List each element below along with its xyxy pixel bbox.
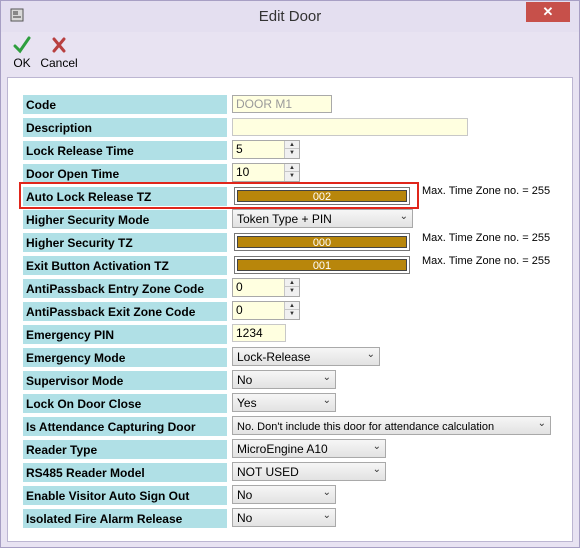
supervisor-mode-value: No <box>237 373 253 387</box>
code-label: Code <box>23 95 227 114</box>
door-open-time-value: 10 <box>236 165 250 179</box>
door-form: Code DOOR M1 Description Lock Release Ti… <box>7 77 573 542</box>
rs485-reader-model-value: NOT USED <box>237 465 299 479</box>
emergency-mode-value: Lock-Release <box>237 350 311 364</box>
attendance-door-select[interactable]: No. Don't include this door for attendan… <box>232 416 551 435</box>
stepper-up-icon[interactable]: ▲ <box>285 164 299 172</box>
stepper-up-icon[interactable]: ▲ <box>285 141 299 149</box>
visitor-auto-sign-out-select[interactable]: No ⌄ <box>232 485 336 504</box>
window-title: Edit Door <box>258 8 322 25</box>
chevron-down-icon: ⌄ <box>372 441 381 452</box>
description-field[interactable] <box>232 118 468 136</box>
visitor-auto-sign-out-value: No <box>237 488 253 502</box>
chevron-down-icon: ⌄ <box>322 372 331 383</box>
higher-security-mode-value: Token Type + PIN <box>237 212 332 226</box>
emergency-mode-label: Emergency Mode <box>23 348 227 367</box>
cancel-button[interactable]: Cancel <box>39 34 79 70</box>
chevron-down-icon: ⌄ <box>366 349 375 360</box>
stepper-down-icon[interactable]: ▼ <box>285 172 299 180</box>
x-icon <box>52 37 66 53</box>
highlight-box <box>19 182 419 209</box>
lock-release-time-value: 5 <box>236 142 243 156</box>
emergency-pin-field[interactable]: 1234 <box>232 324 286 342</box>
exit-button-activation-tz-note: Max. Time Zone no. = 255 <box>422 255 551 267</box>
higher-security-tz-value: 000 <box>237 236 407 249</box>
chevron-down-icon: ⌄ <box>399 211 408 222</box>
emergency-pin-label: Emergency PIN <box>23 325 227 344</box>
attendance-door-value: No. Don't include this door for attendan… <box>237 421 495 433</box>
stepper-down-icon[interactable]: ▼ <box>285 149 299 157</box>
chevron-down-icon: ⌄ <box>322 487 331 498</box>
emergency-mode-select[interactable]: Lock-Release ⌄ <box>232 347 380 366</box>
antipassback-exit-value: 0 <box>236 303 243 317</box>
lock-on-door-close-value: Yes <box>237 396 257 410</box>
exit-button-activation-tz-value: 001 <box>237 259 407 272</box>
title-bar: Edit Door ✕ <box>1 1 579 32</box>
close-icon: ✕ <box>542 4 554 19</box>
isolated-fire-alarm-value: No <box>237 511 253 525</box>
antipassback-entry-stepper[interactable]: 0 ▲ ▼ <box>232 278 300 297</box>
chevron-down-icon: ⌄ <box>372 464 381 475</box>
isolated-fire-alarm-select[interactable]: No ⌄ <box>232 508 336 527</box>
chevron-down-icon: ⌄ <box>322 510 331 521</box>
door-open-time-stepper[interactable]: 10 ▲ ▼ <box>232 163 300 182</box>
door-open-time-label: Door Open Time <box>23 164 227 183</box>
checkmark-icon <box>13 36 31 54</box>
reader-type-label: Reader Type <box>23 440 227 459</box>
antipassback-entry-label: AntiPassback Entry Zone Code <box>23 279 227 298</box>
higher-security-tz-note: Max. Time Zone no. = 255 <box>422 232 551 244</box>
code-field[interactable]: DOOR M1 <box>232 95 332 113</box>
lock-on-door-close-label: Lock On Door Close <box>23 394 227 413</box>
exit-button-activation-tz-label: Exit Button Activation TZ <box>23 256 227 275</box>
stepper-up-icon[interactable]: ▲ <box>285 302 299 310</box>
visitor-auto-sign-out-label: Enable Visitor Auto Sign Out <box>23 486 227 505</box>
supervisor-mode-label: Supervisor Mode <box>23 371 227 390</box>
rs485-reader-model-select[interactable]: NOT USED ⌄ <box>232 462 386 481</box>
higher-security-mode-label: Higher Security Mode <box>23 210 227 229</box>
description-label: Description <box>23 118 227 137</box>
cancel-label: Cancel <box>40 56 78 70</box>
chevron-down-icon: ⌄ <box>322 395 331 406</box>
lock-on-door-close-select[interactable]: Yes ⌄ <box>232 393 336 412</box>
auto-lock-release-tz-note: Max. Time Zone no. = 255 <box>422 185 551 197</box>
ok-label: OK <box>13 56 31 70</box>
lock-release-time-label: Lock Release Time <box>23 141 227 160</box>
isolated-fire-alarm-label: Isolated Fire Alarm Release <box>23 509 227 528</box>
toolbar: OK Cancel <box>7 32 573 76</box>
antipassback-exit-label: AntiPassback Exit Zone Code <box>23 302 227 321</box>
exit-button-activation-tz-field[interactable]: 001 <box>234 256 410 274</box>
close-button[interactable]: ✕ <box>526 2 570 22</box>
stepper-down-icon[interactable]: ▼ <box>285 310 299 318</box>
stepper-up-icon[interactable]: ▲ <box>285 279 299 287</box>
stepper-down-icon[interactable]: ▼ <box>285 287 299 295</box>
attendance-door-label: Is Attendance Capturing Door <box>23 417 227 436</box>
chevron-down-icon: ⌄ <box>537 418 546 429</box>
supervisor-mode-select[interactable]: No ⌄ <box>232 370 336 389</box>
antipassback-entry-value: 0 <box>236 280 243 294</box>
antipassback-exit-stepper[interactable]: 0 ▲ ▼ <box>232 301 300 320</box>
lock-release-time-stepper[interactable]: 5 ▲ ▼ <box>232 140 300 159</box>
rs485-reader-model-label: RS485 Reader Model <box>23 463 227 482</box>
reader-type-value: MicroEngine A10 <box>237 442 328 456</box>
ok-button[interactable]: OK <box>9 34 35 70</box>
higher-security-tz-label: Higher Security TZ <box>23 233 227 252</box>
higher-security-tz-field[interactable]: 000 <box>234 233 410 251</box>
reader-type-select[interactable]: MicroEngine A10 ⌄ <box>232 439 386 458</box>
edit-door-window: Edit Door ✕ OK Cancel Code DOOR M1 Descr… <box>0 0 580 548</box>
higher-security-mode-select[interactable]: Token Type + PIN ⌄ <box>232 209 413 228</box>
